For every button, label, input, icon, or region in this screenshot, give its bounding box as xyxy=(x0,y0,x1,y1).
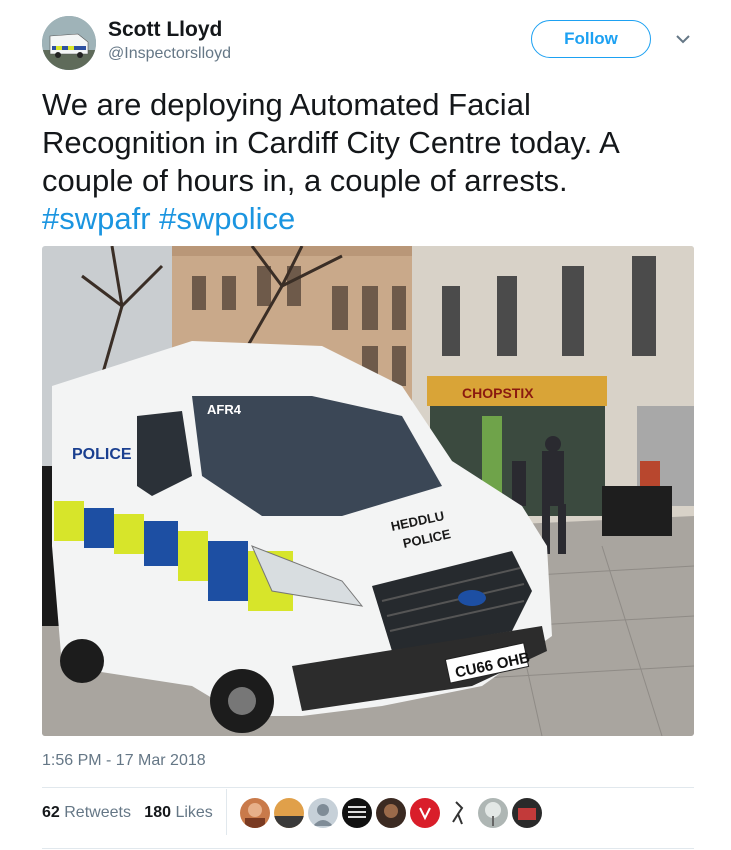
tweet-text: We are deploying Automated Facial Recogn… xyxy=(42,86,702,238)
hashtag-link[interactable]: #swpafr xyxy=(42,201,151,236)
van-side-label: POLICE xyxy=(72,446,132,463)
shop-sign: CHOPSTIX xyxy=(462,385,534,401)
retweets-link[interactable]: 62 Retweets xyxy=(42,804,131,821)
tweet-timestamp[interactable]: 1:56 PM - 17 Mar 2018 xyxy=(42,752,206,770)
follow-button[interactable]: Follow xyxy=(531,20,651,58)
tweet-line: Recognition in Cardiff City Centre today… xyxy=(42,125,620,160)
liker-avatar[interactable] xyxy=(512,798,542,828)
hashtag-link[interactable]: #swpolice xyxy=(159,201,295,236)
tweet-line: We are deploying Automated Facial xyxy=(42,87,531,122)
retweets-count: 62 xyxy=(42,804,60,821)
likes-count: 180 xyxy=(144,804,171,821)
divider xyxy=(42,848,694,849)
engagement-stats: 62 Retweets 180 Likes xyxy=(42,804,213,822)
tweet-line: couple of hours in, a couple of arrests. xyxy=(42,163,568,198)
liker-avatar[interactable] xyxy=(240,798,270,828)
author-handle[interactable]: @Inspectorslloyd xyxy=(108,45,231,63)
author-avatar[interactable] xyxy=(42,16,96,70)
liker-avatar[interactable] xyxy=(478,798,508,828)
liker-avatar[interactable] xyxy=(274,798,304,828)
author-name[interactable]: Scott Lloyd xyxy=(108,18,222,42)
liker-avatar[interactable] xyxy=(308,798,338,828)
liker-avatar[interactable] xyxy=(376,798,406,828)
tweet-photo[interactable]: CHOPSTIX AFR4 POLICE HEDDLU POLICE CU66 … xyxy=(42,246,694,736)
liker-avatar[interactable] xyxy=(342,798,372,828)
likes-link[interactable]: 180 Likes xyxy=(144,804,213,821)
retweets-label: Retweets xyxy=(64,804,131,821)
chevron-down-icon[interactable] xyxy=(674,30,692,48)
divider xyxy=(42,787,694,788)
likes-label: Likes xyxy=(175,804,213,821)
liker-avatar[interactable] xyxy=(410,798,440,828)
van-roof-label: AFR4 xyxy=(207,402,242,417)
stats-separator xyxy=(226,789,227,835)
liker-avatar[interactable] xyxy=(444,798,474,828)
